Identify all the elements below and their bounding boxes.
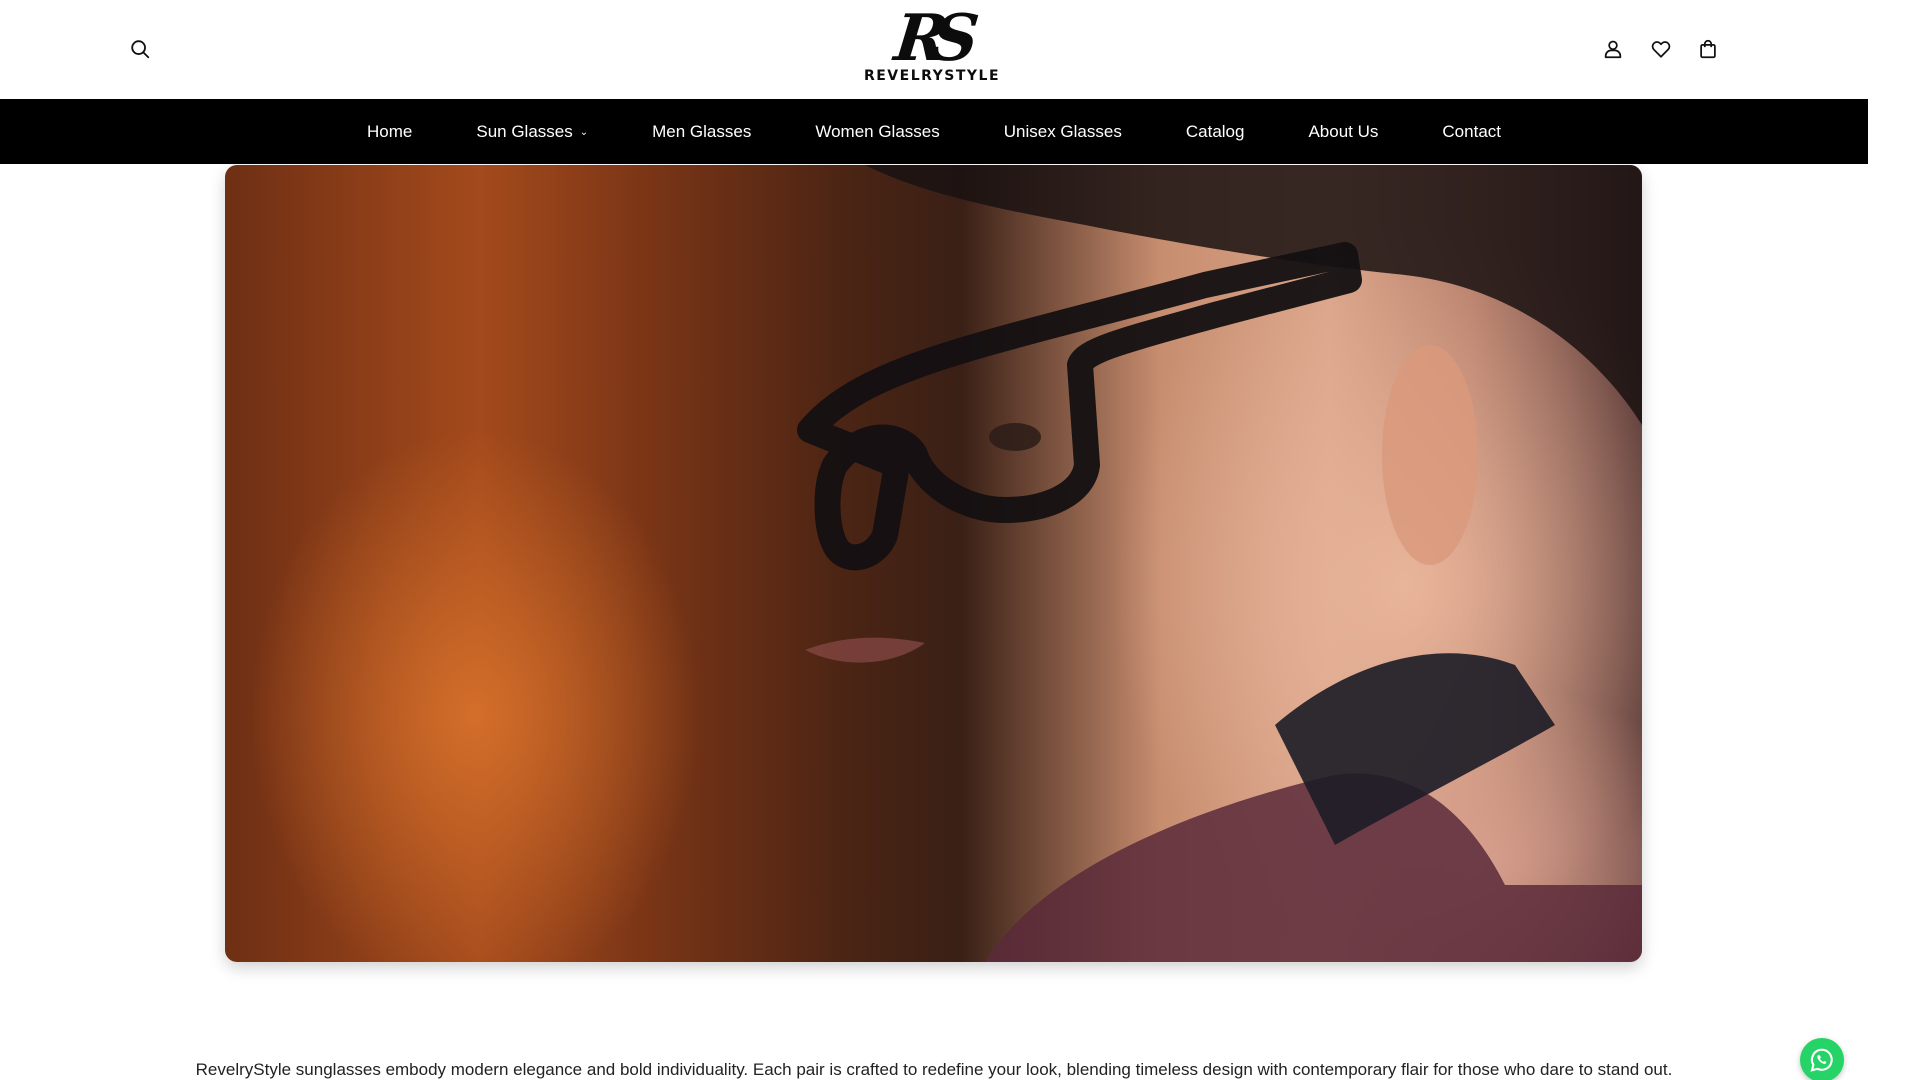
- nav-item-label: Unisex Glasses: [1003, 121, 1122, 141]
- nav-item-men-glasses[interactable]: Men Glasses: [620, 122, 783, 142]
- nav-item-sun-glasses[interactable]: Sun Glasses ⌄: [444, 122, 620, 142]
- account-icon[interactable]: [1600, 36, 1626, 62]
- nav-item-women-glasses[interactable]: Women Glasses: [783, 122, 971, 142]
- nav-item-label: Men Glasses: [652, 121, 752, 141]
- heart-icon[interactable]: [1648, 36, 1674, 62]
- nav-item-about-us[interactable]: About Us: [1276, 122, 1410, 142]
- nav-item-unisex-glasses[interactable]: Unisex Glasses: [972, 122, 1154, 142]
- nav-item-catalog[interactable]: Catalog: [1154, 122, 1277, 142]
- whatsapp-button[interactable]: [1800, 1038, 1844, 1080]
- shopping-bag-icon[interactable]: [1695, 36, 1721, 62]
- search-icon[interactable]: [127, 36, 153, 62]
- chevron-down-icon: ⌄: [579, 127, 589, 138]
- logo-mark: RS: [891, 1, 973, 76]
- nav-item-label: Home: [367, 121, 413, 141]
- nav-item-contact[interactable]: Contact: [1410, 122, 1533, 142]
- hero-tagline: RevelryStyle sunglasses embody modern el…: [195, 1060, 1673, 1079]
- nav-item-label: Contact: [1442, 121, 1501, 141]
- site-logo[interactable]: RS REVELRYSTYLE: [862, 1, 1002, 90]
- hero-illustration: [797, 165, 1642, 962]
- nav-item-label: Catalog: [1185, 121, 1245, 141]
- nav-item-label: Women Glasses: [815, 121, 940, 141]
- whatsapp-icon: [1810, 1048, 1833, 1072]
- nav-list: Home Sun Glasses ⌄ Men Glasses Women Gla…: [335, 122, 1533, 142]
- site-header: RS REVELRYSTYLE: [0, 0, 1868, 99]
- hero-video[interactable]: [225, 165, 1642, 962]
- main-navigation: Home Sun Glasses ⌄ Men Glasses Women Gla…: [0, 99, 1868, 164]
- nav-item-label: Sun Glasses: [476, 121, 573, 141]
- nav-item-home[interactable]: Home: [335, 122, 444, 142]
- nav-item-label: About Us: [1308, 121, 1379, 141]
